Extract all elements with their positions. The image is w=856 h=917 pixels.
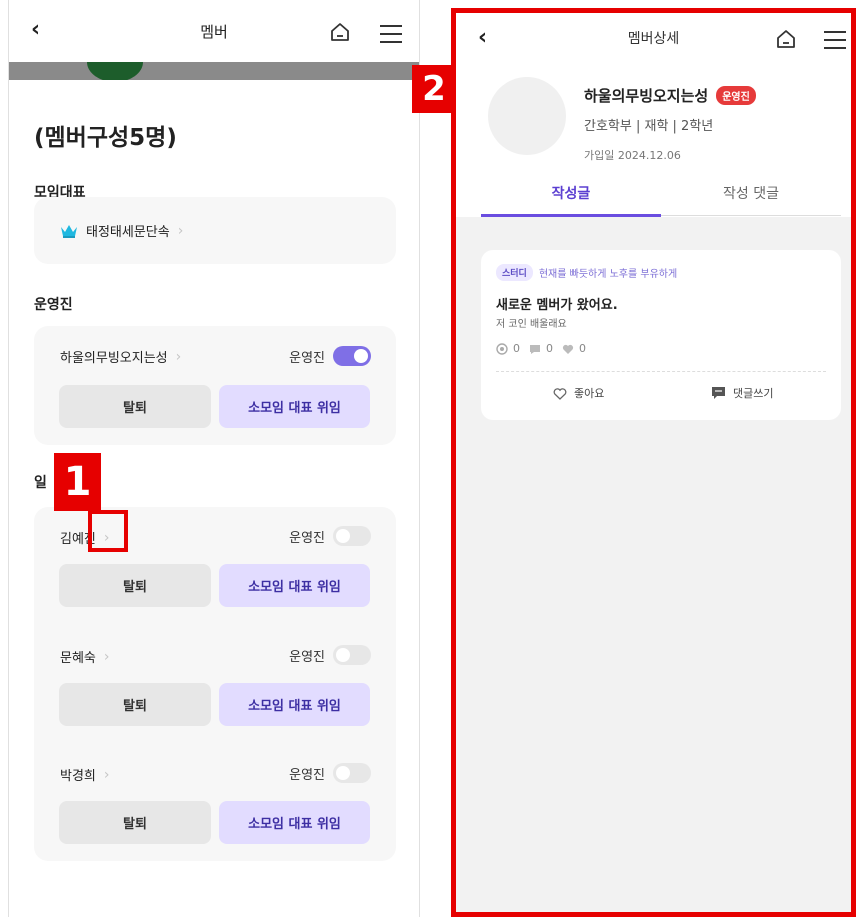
post-title: 새로운 멤버가 왔어요. xyxy=(496,298,618,313)
comment-label: 댓글쓰기 xyxy=(733,387,774,400)
top-bar: ‹ 멤버 xyxy=(9,0,419,62)
role-label: 운영진 xyxy=(289,530,325,546)
member-role-control: 운영진 xyxy=(289,763,371,783)
heart-outline-icon xyxy=(553,387,567,400)
chevron-right-icon: › xyxy=(175,348,182,365)
like-label: 좋아요 xyxy=(574,387,605,400)
leader-card: 태정태세문단속 › xyxy=(34,197,396,264)
comment-icon xyxy=(530,344,540,354)
staff-section-label: 운영진 xyxy=(34,297,73,313)
page-title: 멤버상세 xyxy=(627,31,680,47)
member-row[interactable]: 문혜숙 › xyxy=(60,647,110,667)
group-banner xyxy=(9,62,419,80)
home-icon[interactable] xyxy=(776,29,796,49)
profile-header: ‹ 멤버상세 하울의무빙오지는성 운영진 간호학부 | 재학 | 2학년 가입일… xyxy=(456,13,851,217)
like-count: 0 xyxy=(579,342,586,355)
delegate-leader-button[interactable]: 소모임 대표 위임 xyxy=(219,683,370,726)
general-section-label: 일 xyxy=(34,475,47,491)
avatar xyxy=(488,77,566,155)
tab-comments[interactable]: 작성 댓글 xyxy=(661,183,841,203)
role-badge: 운영진 xyxy=(716,86,756,105)
annotation-highlight-box xyxy=(88,510,128,552)
member-role-toggle[interactable] xyxy=(333,645,371,665)
delegate-leader-button[interactable]: 소모임 대표 위임 xyxy=(219,801,370,844)
back-icon[interactable]: ‹ xyxy=(31,18,40,42)
member-name: 하울의무빙오지는성 xyxy=(60,351,168,366)
role-label: 운영진 xyxy=(289,767,325,783)
top-bar: ‹ 멤버상세 xyxy=(456,13,851,63)
tab-divider xyxy=(661,215,841,216)
member-count-heading: (멤버구성5명) xyxy=(34,125,177,151)
page: ‹ 멤버 (멤버구성5명) 모임대표 태정태세문단속 › 운영진 하울의무빙오지… xyxy=(0,0,856,917)
view-icon xyxy=(496,342,508,355)
staff-row[interactable]: 하울의무빙오지는성 › xyxy=(60,347,182,367)
delegate-leader-button[interactable]: 소모임 대표 위임 xyxy=(219,385,370,428)
role-label: 운영진 xyxy=(289,350,325,366)
page-title: 멤버 xyxy=(200,22,228,41)
annotation-badge-1: 1 xyxy=(54,453,101,511)
view-count: 0 xyxy=(513,342,520,355)
delegate-leader-button[interactable]: 소모임 대표 위임 xyxy=(219,564,370,607)
post-meta: 스터디 현재를 빠듯하게 노후를 부유하게 xyxy=(496,264,677,281)
chevron-right-icon: › xyxy=(177,222,184,239)
member-name: 문혜숙 xyxy=(60,651,96,666)
post-body: 저 코인 배울래요 xyxy=(496,319,567,330)
general-members-card: 김예진 › 운영진 탈퇴 소모임 대표 위임 문혜숙 › 운영진 탈퇴 소모임 … xyxy=(34,507,396,861)
member-role-toggle[interactable] xyxy=(333,526,371,546)
write-comment-button[interactable]: 댓글쓰기 xyxy=(711,385,773,401)
withdraw-button[interactable]: 탈퇴 xyxy=(59,801,211,844)
menu-icon[interactable] xyxy=(380,25,402,43)
annotation-badge-2: 2 xyxy=(412,65,456,113)
profile-info: 간호학부 | 재학 | 2학년 xyxy=(584,119,714,134)
like-button[interactable]: 좋아요 xyxy=(553,385,604,401)
group-name: 현재를 빠듯하게 노후를 부유하게 xyxy=(538,269,678,280)
tab-posts[interactable]: 작성글 xyxy=(481,183,661,203)
withdraw-button[interactable]: 탈퇴 xyxy=(59,385,211,428)
profile-name: 하울의무빙오지는성 xyxy=(584,87,709,105)
role-label: 운영진 xyxy=(289,649,325,665)
member-detail-screen: ‹ 멤버상세 하울의무빙오지는성 운영진 간호학부 | 재학 | 2학년 가입일… xyxy=(451,8,856,917)
post-card[interactable]: 스터디 현재를 빠듯하게 노후를 부유하게 새로운 멤버가 왔어요. 저 코인 … xyxy=(481,250,841,420)
member-role-control: 운영진 xyxy=(289,645,371,665)
category-tag: 스터디 xyxy=(496,264,533,281)
chevron-right-icon[interactable]: › xyxy=(104,649,110,665)
active-tab-indicator xyxy=(481,214,661,217)
profile-name-row: 하울의무빙오지는성 운영진 xyxy=(584,85,756,106)
member-role-toggle[interactable] xyxy=(333,763,371,783)
comment-count: 0 xyxy=(546,342,553,355)
post-divider xyxy=(496,371,826,372)
leader-row[interactable]: 태정태세문단속 › xyxy=(60,221,183,240)
post-stats: 0 0 0 xyxy=(496,342,586,355)
back-icon[interactable]: ‹ xyxy=(478,26,487,50)
staff-card: 하울의무빙오지는성 › 운영진 탈퇴 소모임 대표 위임 xyxy=(34,326,396,445)
member-name: 박경희 xyxy=(60,769,96,784)
leader-name: 태정태세문단속 xyxy=(86,225,170,240)
comment-bubble-icon xyxy=(712,387,725,399)
crown-icon xyxy=(61,224,77,238)
member-row[interactable]: 박경희 › xyxy=(60,765,110,785)
home-icon[interactable] xyxy=(330,22,350,42)
join-date: 가입일 2024.12.06 xyxy=(584,149,681,162)
staff-role-toggle[interactable] xyxy=(333,346,371,366)
withdraw-button[interactable]: 탈퇴 xyxy=(59,683,211,726)
menu-icon[interactable] xyxy=(824,31,846,49)
chevron-right-icon[interactable]: › xyxy=(104,767,110,783)
withdraw-button[interactable]: 탈퇴 xyxy=(59,564,211,607)
heart-icon xyxy=(562,344,574,354)
staff-role-control: 운영진 xyxy=(289,346,371,366)
member-role-control: 운영진 xyxy=(289,526,371,546)
